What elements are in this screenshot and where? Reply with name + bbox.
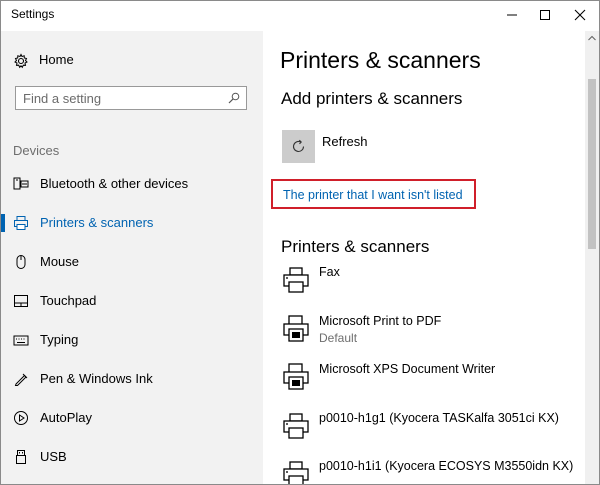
mouse-icon [16, 255, 26, 269]
title-bar: Settings [1, 1, 599, 31]
pdf-printer-icon [283, 315, 309, 342]
sidebar-item-label: Printers & scanners [40, 215, 154, 230]
autoplay-icon [14, 411, 28, 425]
printer-icon [283, 461, 309, 484]
xps-printer-icon [283, 363, 309, 390]
usb-icon [16, 450, 26, 464]
sidebar-item-usb[interactable]: USB [1, 442, 263, 472]
sidebar: Home Devices Bluetooth & other devices [1, 31, 263, 484]
printer-item-xps[interactable]: Microsoft XPS Document Writer [281, 362, 581, 402]
close-icon [574, 9, 586, 21]
sidebar-item-autoplay[interactable]: AutoPlay [1, 403, 263, 433]
printer-not-listed-link[interactable]: The printer that I want isn't listed [283, 188, 463, 202]
sidebar-item-pen[interactable]: Pen & Windows Ink [1, 364, 263, 394]
sidebar-item-label: Pen & Windows Ink [40, 371, 153, 386]
devices-section-label: Devices [13, 143, 60, 158]
printer-icon [283, 413, 309, 439]
home-nav-item[interactable]: Home [13, 51, 233, 71]
not-listed-highlight: The printer that I want isn't listed [271, 179, 476, 209]
keyboard-icon [13, 335, 29, 346]
scroll-up-button[interactable] [585, 31, 599, 45]
settings-window: Settings Home Devices [0, 0, 600, 485]
sidebar-item-touchpad[interactable]: Touchpad [1, 286, 263, 316]
page-title: Printers & scanners [280, 47, 481, 73]
vertical-scrollbar[interactable] [585, 31, 599, 484]
sidebar-item-label: Touchpad [40, 293, 97, 308]
sidebar-item-label: AutoPlay [40, 410, 93, 425]
chevron-up-icon [588, 35, 596, 41]
active-indicator [1, 214, 5, 232]
add-printers-heading: Add printers & scanners [281, 89, 463, 108]
sidebar-item-label: Bluetooth & other devices [40, 176, 189, 191]
printer-item-fax[interactable]: Fax [281, 265, 581, 305]
printer-item-kyocera-ecosys[interactable]: p0010-h1i1 (Kyocera ECOSYS M3550idn KX) [281, 459, 581, 484]
sidebar-item-printers[interactable]: Printers & scanners [1, 208, 263, 238]
maximize-button[interactable] [528, 1, 562, 29]
sidebar-item-bluetooth[interactable]: Bluetooth & other devices [1, 169, 263, 199]
printer-name: Fax [319, 265, 340, 279]
sidebar-item-mouse[interactable]: Mouse [1, 247, 263, 277]
pen-icon [14, 373, 28, 386]
printer-item-kyocera-taskalfa[interactable]: p0010-h1g1 (Kyocera TASKalfa 3051ci KX) [281, 411, 581, 451]
search-icon[interactable] [228, 92, 240, 104]
scroll-thumb[interactable] [588, 79, 596, 249]
bluetooth-devices-icon [13, 177, 29, 190]
home-label: Home [39, 52, 74, 67]
content-pane: Printers & scanners Add printers & scann… [263, 31, 599, 484]
printer-name: Microsoft Print to PDF [319, 314, 442, 328]
printers-list-heading: Printers & scanners [281, 237, 430, 256]
sidebar-item-label: USB [40, 449, 67, 464]
minimize-icon [507, 14, 517, 16]
sidebar-item-typing[interactable]: Typing [1, 325, 263, 355]
close-button[interactable] [563, 1, 597, 29]
gear-icon [14, 53, 28, 69]
touchpad-icon [14, 295, 28, 307]
refresh-icon [293, 139, 305, 153]
printer-default-status: Default [319, 331, 358, 345]
sidebar-item-label: Typing [40, 332, 79, 347]
sidebar-item-label: Mouse [40, 254, 80, 269]
refresh-button[interactable] [282, 130, 315, 163]
search-input[interactable] [23, 90, 213, 106]
printer-icon [14, 216, 28, 230]
minimize-button[interactable] [495, 1, 529, 29]
window-title: Settings [11, 7, 55, 21]
printer-name: Microsoft XPS Document Writer [319, 362, 496, 376]
maximize-icon [540, 10, 550, 20]
printer-name: p0010-h1g1 (Kyocera TASKalfa 3051ci KX) [319, 411, 559, 425]
refresh-label[interactable]: Refresh [322, 134, 368, 149]
printer-name: p0010-h1i1 (Kyocera ECOSYS M3550idn KX) [319, 459, 574, 473]
search-box[interactable] [15, 86, 247, 110]
printer-icon [283, 267, 309, 293]
printer-item-pdf[interactable]: Microsoft Print to PDF Default [281, 314, 581, 354]
